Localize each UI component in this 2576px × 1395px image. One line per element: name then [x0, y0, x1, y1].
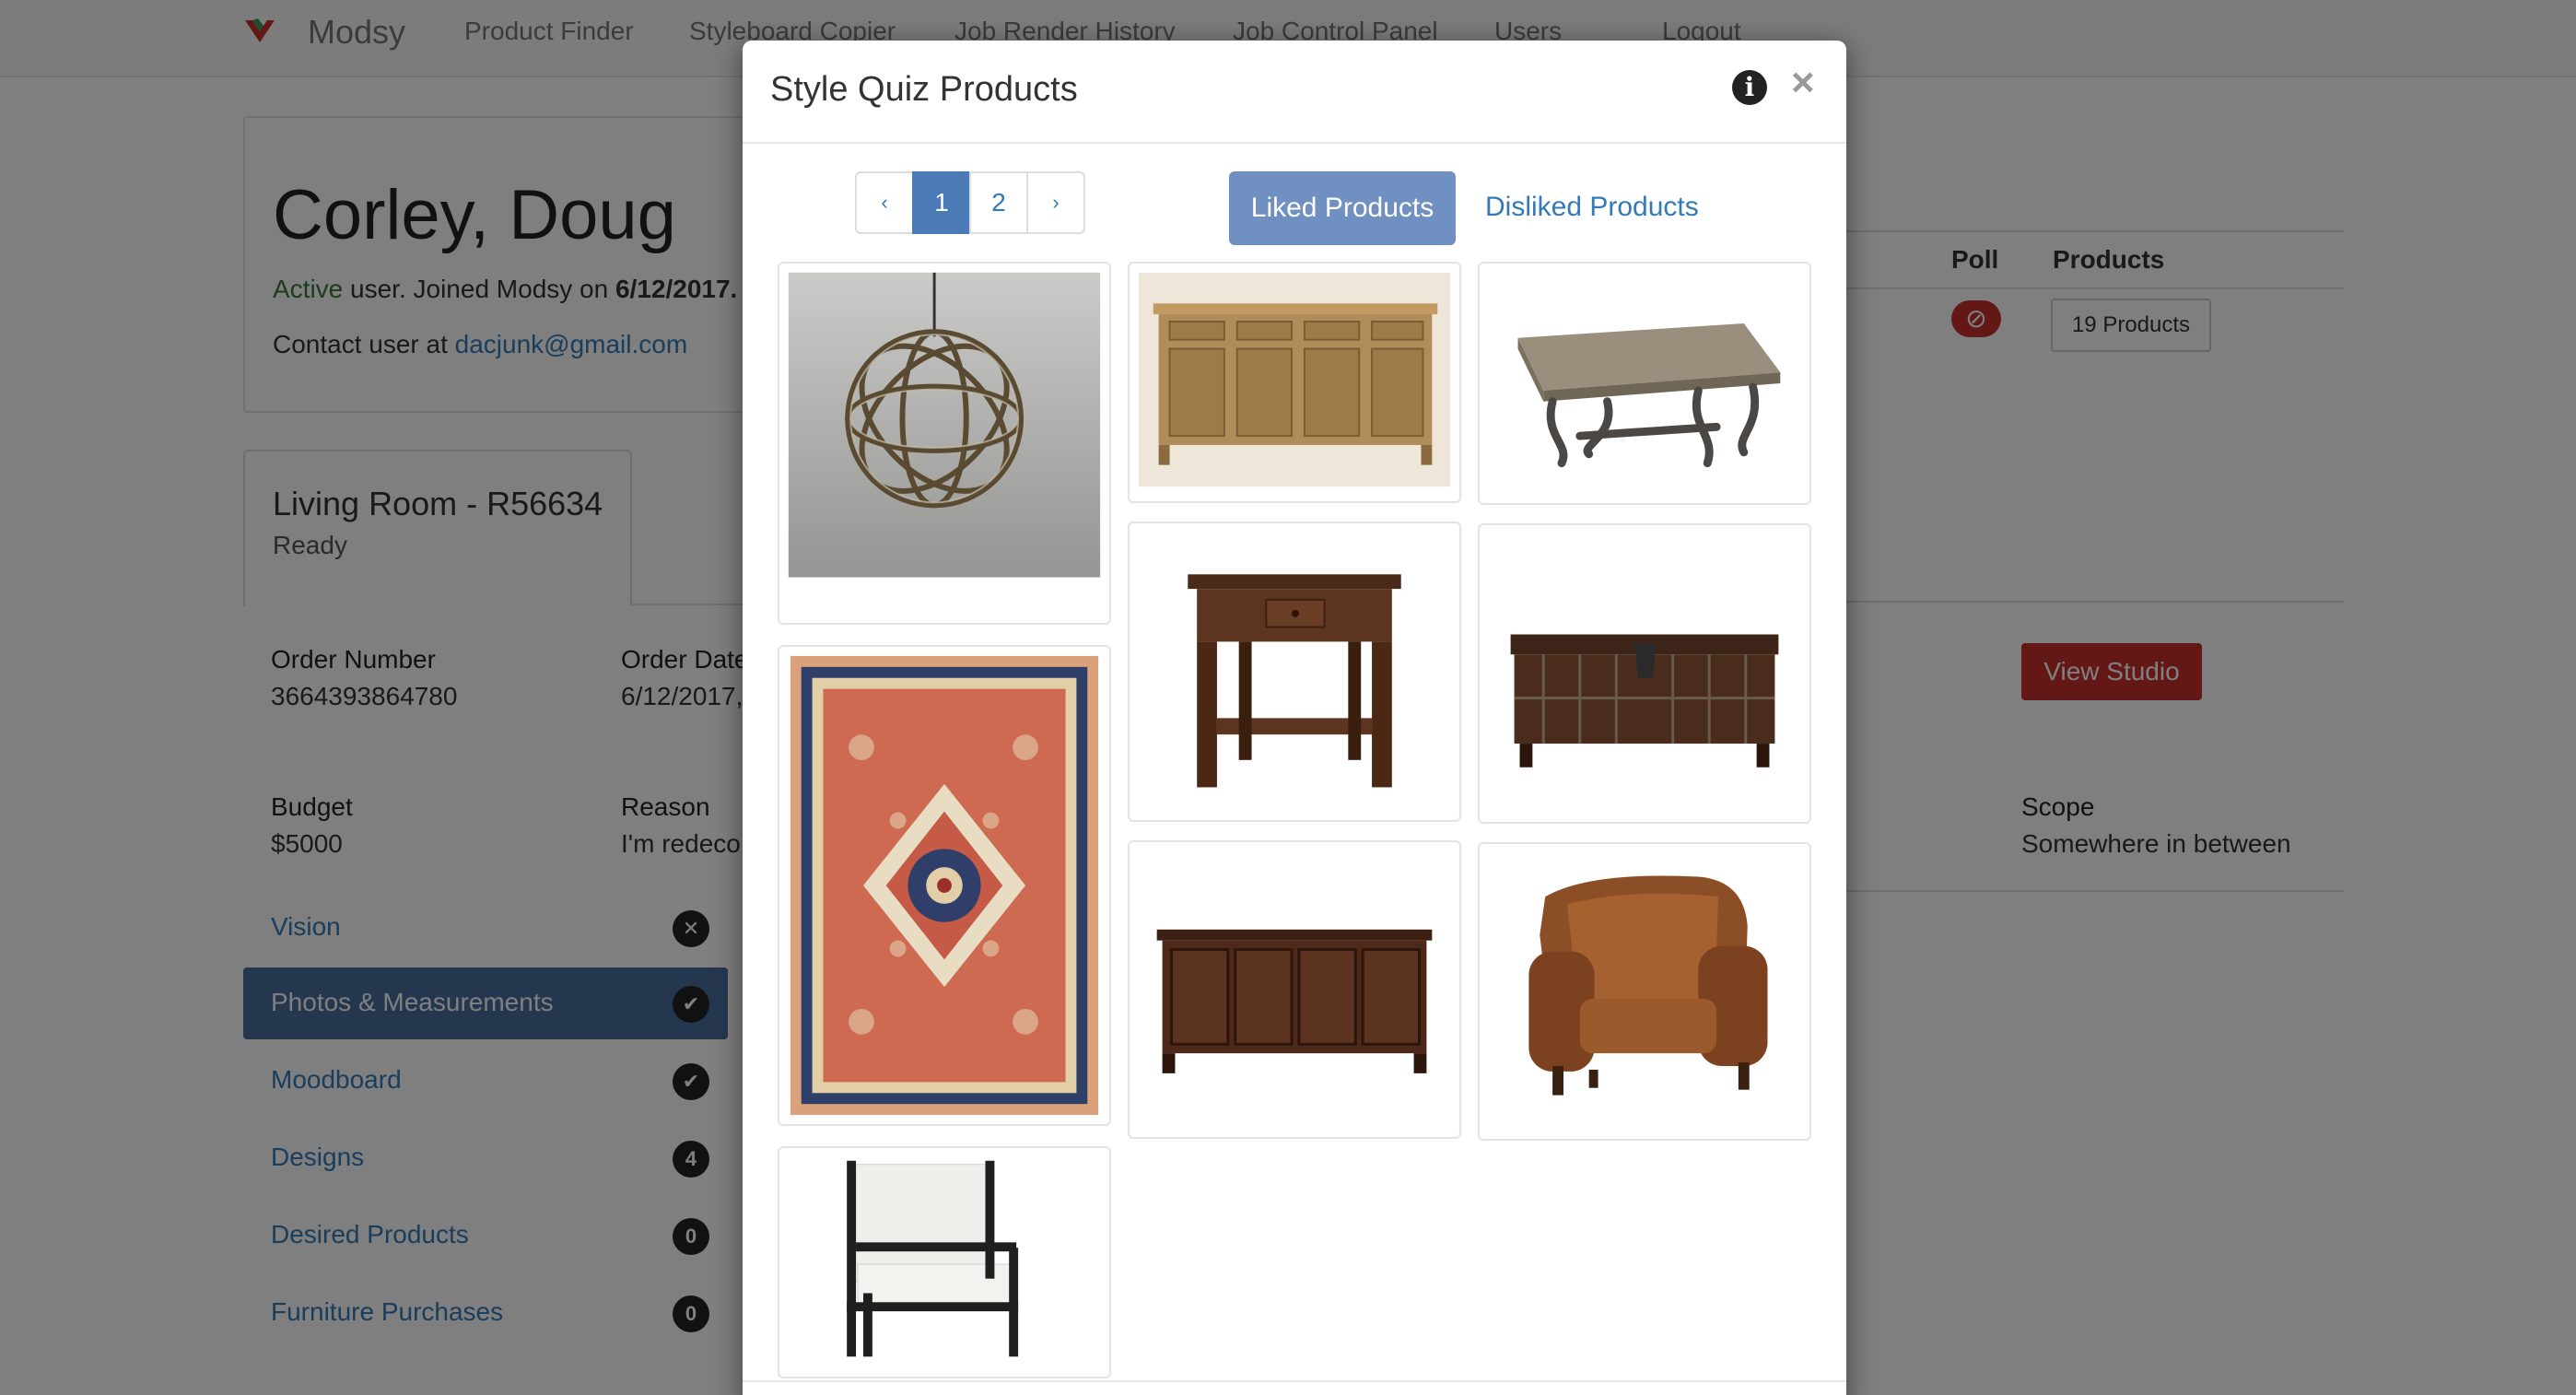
product-card[interactable]	[1128, 840, 1461, 1139]
tab-disliked-products[interactable]: Disliked Products	[1485, 192, 1699, 223]
leather-armchair-image	[1528, 875, 1768, 1096]
media-console-image	[1156, 929, 1433, 1073]
persian-rug-image	[790, 655, 1099, 1116]
orb-chandelier-image	[788, 272, 1101, 578]
wood-sideboard-image	[1138, 272, 1451, 487]
storage-trunk-image	[1510, 634, 1779, 768]
tab-liked-products[interactable]: Liked Products	[1229, 171, 1456, 245]
info-icon[interactable]: i	[1732, 70, 1767, 105]
product-card[interactable]	[1128, 262, 1461, 503]
spindle-armchair-image	[847, 1160, 1019, 1357]
close-icon[interactable]: ×	[1791, 63, 1815, 103]
product-card[interactable]	[778, 262, 1111, 625]
modal-footer-divider	[743, 1380, 1846, 1382]
pagination-page-1[interactable]: 1	[912, 171, 971, 234]
product-card[interactable]	[1128, 522, 1461, 822]
style-quiz-modal: Style Quiz Products i × ‹ 1 2 › Liked Pr…	[743, 41, 1846, 1395]
pagination-next[interactable]: ›	[1026, 171, 1085, 234]
modal-title: Style Quiz Products	[770, 70, 1078, 109]
pagination: ‹ 1 2 ›	[855, 171, 1085, 234]
product-card[interactable]	[1478, 262, 1811, 505]
product-card[interactable]	[778, 645, 1111, 1126]
product-card[interactable]	[1478, 842, 1811, 1141]
end-table-image	[1188, 574, 1401, 788]
product-card[interactable]	[778, 1146, 1111, 1378]
pagination-page-2[interactable]: 2	[969, 171, 1028, 234]
scroll-coffee-table-image	[1517, 323, 1781, 468]
pagination-prev[interactable]: ‹	[855, 171, 914, 234]
product-card[interactable]	[1478, 523, 1811, 824]
modal-header-divider	[743, 142, 1846, 144]
